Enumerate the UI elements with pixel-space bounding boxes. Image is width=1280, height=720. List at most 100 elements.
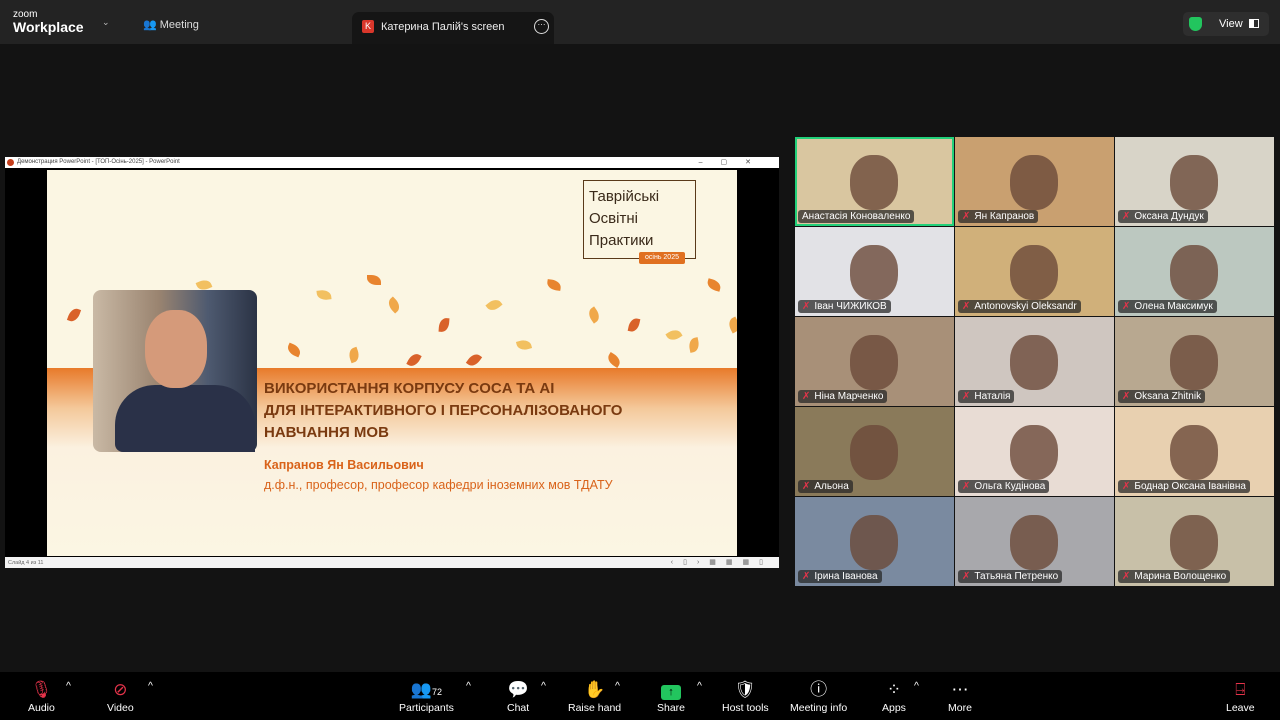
share-icon: ↑ [657,680,685,702]
leaf-decoration [485,296,503,314]
participant-tile[interactable]: ✗ Ірина Іванова [795,497,954,586]
mic-muted-icon: ✗ [962,301,971,312]
participant-video [850,335,898,390]
video-button[interactable]: ⊘ Video [107,680,134,714]
participant-name-tag: ✗ Татьяна Петренко [958,570,1063,583]
audio-button[interactable]: 🎙 Audio [28,680,55,714]
share-caret-icon[interactable]: ^ [697,680,702,692]
more-label: More [948,702,972,714]
participant-name-tag: ✗ Ірина Іванова [798,570,882,583]
participants-label: Participants [399,702,454,714]
mic-muted-icon: ✗ [1122,211,1131,222]
layout-icon [1249,19,1259,28]
mic-muted-icon: ✗ [962,391,971,402]
mic-muted-icon: ✗ [1122,301,1131,312]
top-bar: zoom Workplace ⌄ 👥 Meeting K Катерина Пал… [0,0,1280,44]
participant-name: Наталія [974,391,1011,402]
participant-video [1170,245,1218,300]
participants-icon: 👥72 [410,680,443,699]
participant-name-tag: ✗ Олена Максимук [1118,300,1217,313]
leaf-decoration [316,289,332,301]
participant-tile[interactable]: ✗ Oksana Zhitnik [1115,317,1274,406]
leaf-decoration [665,327,683,343]
meeting-info-label: Meeting info [790,702,848,714]
title-line: ВИКОРИСТАННЯ КОРПУСУ COCA ТА AI [264,380,555,397]
mic-muted-icon: ✗ [962,211,971,222]
host-tools-label: Host tools [722,702,769,714]
slide-nav-controls[interactable]: ‹▯›▦▦▦▯ [671,558,773,566]
participant-tile[interactable]: ✗ Наталія [955,317,1114,406]
info-icon: ⓘ [810,680,828,699]
leave-label: Leave [1226,702,1255,714]
participant-name-tag: ✗ Ніна Марченко [798,390,888,403]
window-controls[interactable]: –▢✕ [699,158,769,166]
mic-muted-icon: ✗ [1122,571,1131,582]
participants-button[interactable]: 👥72 Participants [399,680,454,714]
participants-caret-icon[interactable]: ^ [466,680,471,692]
chat-button[interactable]: 💬 Chat [507,680,529,714]
leaf-decoration [726,316,737,334]
mic-muted-icon: ✗ [1122,391,1131,402]
audio-caret-icon[interactable]: ^ [66,680,71,692]
participant-tile[interactable]: ✗ Ніна Марченко [795,317,954,406]
participant-tile[interactable]: ✗ Іван ЧИЖИКОВ [795,227,954,316]
participant-gallery: Анастасія Коноваленко ✗ Ян Капранов ✗ Оксана… [795,137,1275,587]
speaker-name: Капранов Ян Васильович [264,458,424,472]
shield-icon: 🛡 [734,680,757,699]
participant-tile[interactable]: ✗ Татьяна Петренко [955,497,1114,586]
meeting-info-button[interactable]: ⓘ Meeting info [790,680,847,714]
slide-counter: Слайд 4 из 11 [8,560,44,566]
participant-name: Ніна Марченко [814,391,884,402]
audio-label: Audio [28,702,55,714]
participant-tile[interactable]: ✗ Оксана Дундук [1115,137,1274,226]
view-button[interactable]: View [1183,12,1269,36]
participant-video [1170,515,1218,570]
chat-caret-icon[interactable]: ^ [541,680,546,692]
mic-muted-icon: 🎙 [30,680,53,699]
screen-share-tab[interactable]: K Катерина Палій's screen ··· [352,12,554,44]
chevron-down-icon[interactable]: ⌄ [102,17,110,28]
participant-tile[interactable]: ✗ Альона [795,407,954,496]
raise-hand-caret-icon[interactable]: ^ [615,680,620,692]
participant-tile[interactable]: Анастасія Коноваленко [795,137,954,226]
participant-name: Ян Капранов [974,211,1035,222]
participant-name: Oksana Zhitnik [1134,391,1202,402]
leaf-decoration [627,317,641,333]
more-options-icon[interactable]: ··· [534,19,549,34]
sharer-avatar: K [362,20,374,33]
share-label: Share [657,702,686,714]
participant-name: Марина Волощенко [1134,571,1227,582]
shield-icon [1189,17,1202,31]
leaf-decoration [285,342,303,358]
participant-tile[interactable]: ✗ Марина Волощенко [1115,497,1274,586]
meeting-tab[interactable]: 👥 Meeting [143,18,199,31]
participant-name-tag: ✗ Ольга Кудінова [958,480,1050,493]
leaf-decoration [367,275,381,285]
apps-button[interactable]: ⁘ Apps [882,680,906,714]
apps-label: Apps [882,702,906,714]
apps-caret-icon[interactable]: ^ [914,680,919,692]
mic-muted-icon: ✗ [802,301,811,312]
more-button[interactable]: ⋯ More [948,680,972,714]
raise-hand-button[interactable]: ✋ Raise hand [568,680,621,714]
leaf-decoration [687,337,701,353]
leaf-decoration [605,352,623,368]
leaf-decoration [515,338,533,352]
share-button[interactable]: ↑ Share [657,680,685,714]
participant-video [850,245,898,300]
video-caret-icon[interactable]: ^ [148,680,153,692]
leave-button[interactable]: ⍈ Leave [1226,680,1255,714]
host-tools-button[interactable]: 🛡 Host tools [722,680,769,714]
participant-tile[interactable]: ✗ Боднар Оксана Іванівна [1115,407,1274,496]
participant-video [1010,155,1058,210]
participant-tile[interactable]: ✗ Antonovskyi Oleksandr [955,227,1114,316]
participant-tile[interactable]: ✗ Ольга Кудінова [955,407,1114,496]
participant-tile[interactable]: ✗ Олена Максимук [1115,227,1274,316]
participant-tile[interactable]: ✗ Ян Капранов [955,137,1114,226]
brand-box: Таврійські Освітні Практики осінь 2025 [583,180,696,264]
window-title: Демонстрация PowerPoint - [ТОП-Осінь-202… [17,159,180,165]
powerpoint-icon [7,159,14,166]
leaf-decoration [406,351,422,369]
participant-name-tag: ✗ Ян Капранов [958,210,1039,223]
participant-name-tag: ✗ Оксана Дундук [1118,210,1208,223]
